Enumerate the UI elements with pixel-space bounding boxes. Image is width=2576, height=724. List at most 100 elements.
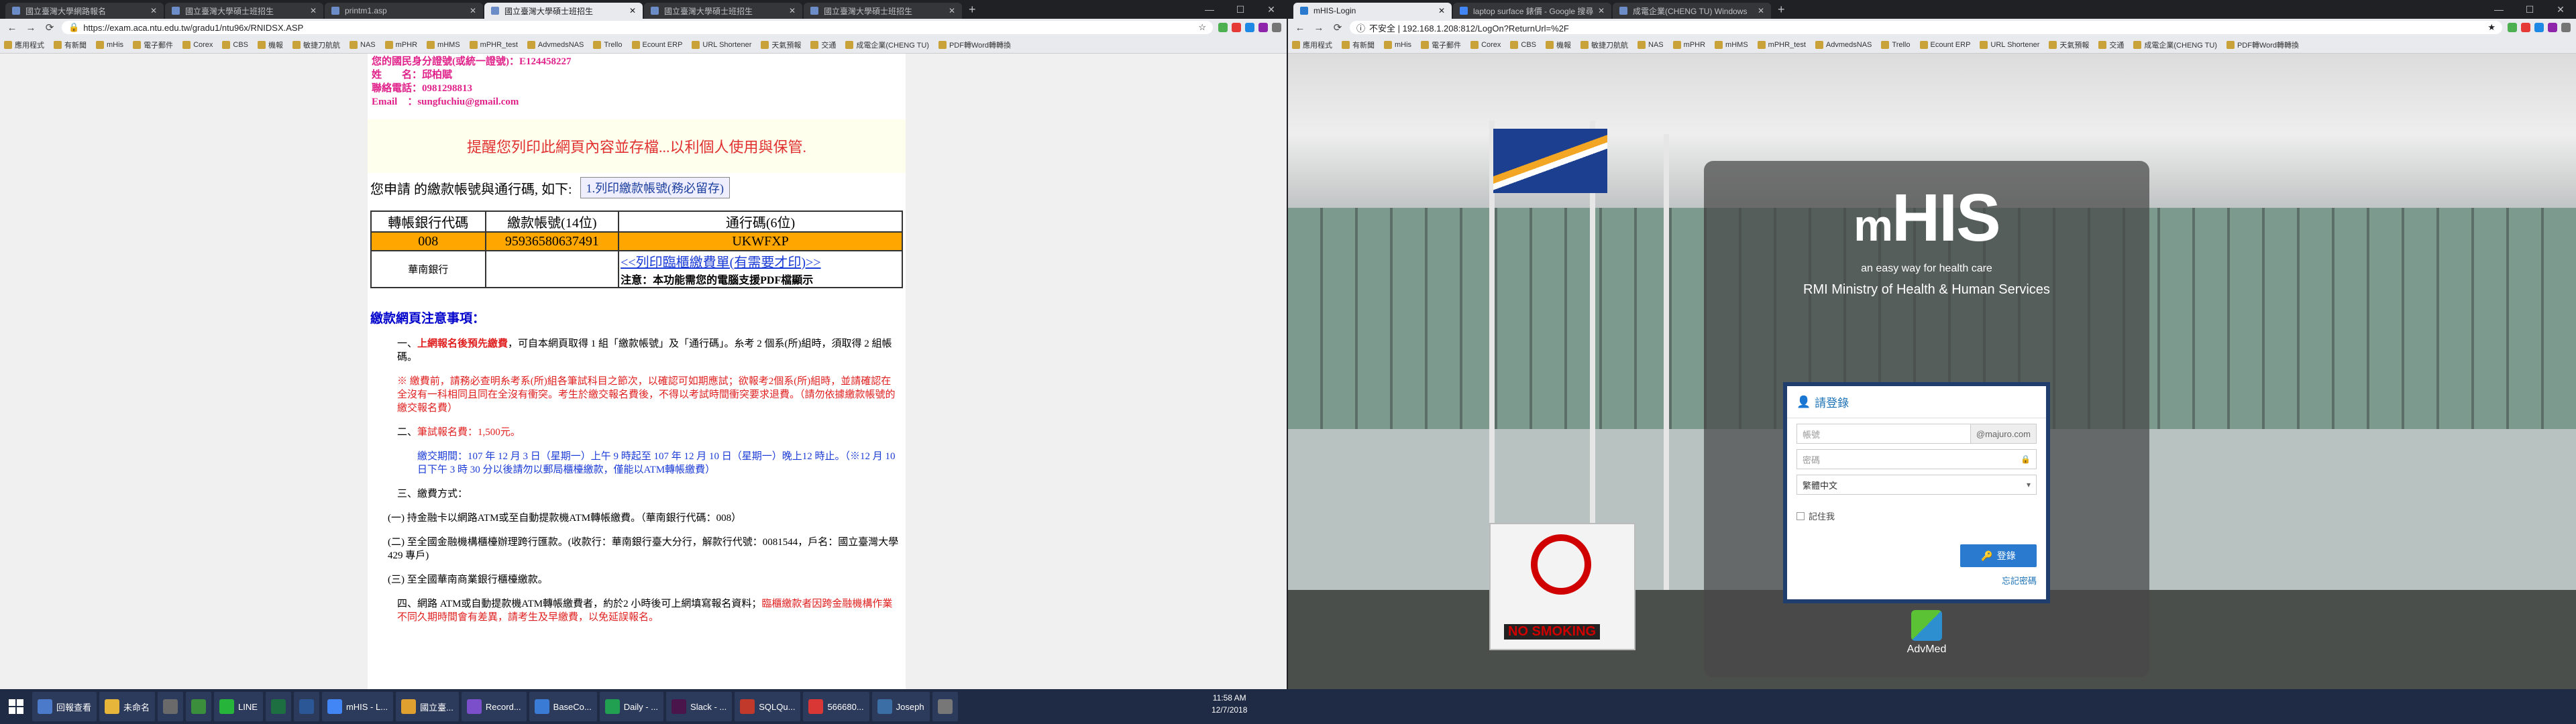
close-icon[interactable]: ✕ bbox=[310, 6, 317, 15]
close-icon[interactable]: ✕ bbox=[629, 6, 636, 15]
bookmark-item[interactable]: 天氣預報 bbox=[2049, 40, 2089, 50]
bookmark-star-icon[interactable]: ☆ bbox=[1198, 22, 1206, 33]
close-icon[interactable]: ✕ bbox=[789, 6, 796, 15]
bookmark-item[interactable]: 應用程式 bbox=[4, 40, 44, 50]
bookmark-item[interactable]: URL Shortener bbox=[1980, 40, 2039, 49]
maximize-icon[interactable]: ☐ bbox=[1225, 0, 1256, 19]
taskbar-app[interactable] bbox=[186, 692, 212, 721]
tab-google-search[interactable]: laptop surface 錶價 - Google 搜尋 ✕ bbox=[1453, 3, 1611, 19]
bookmark-item[interactable]: PDF轉Word轉轉換 bbox=[2226, 40, 2299, 50]
maximize-icon[interactable]: ☐ bbox=[2514, 0, 2545, 19]
extension-icon[interactable] bbox=[1245, 23, 1254, 32]
tab-4-active[interactable]: 國立臺灣大學碩士班招生 ✕ bbox=[484, 3, 643, 19]
taskbar-app[interactable]: 國立臺... bbox=[396, 692, 459, 721]
close-icon[interactable]: ✕ bbox=[1758, 6, 1764, 15]
windows-start-icon[interactable] bbox=[3, 692, 30, 721]
close-icon[interactable]: ✕ bbox=[1438, 6, 1445, 15]
bookmark-item[interactable]: 有新聞 bbox=[1342, 40, 1375, 50]
print-slip-link[interactable]: <<列印臨櫃繳費單(有需要才印)>> bbox=[621, 251, 902, 271]
language-select[interactable]: 繁體中文 ▾ bbox=[1796, 475, 2037, 495]
taskbar-app[interactable] bbox=[265, 692, 291, 721]
bookmark-item[interactable]: mPHR bbox=[384, 40, 417, 49]
bookmark-item[interactable]: URL Shortener bbox=[692, 40, 751, 49]
login-button[interactable]: 🔑 登錄 bbox=[1960, 544, 2037, 567]
bookmark-item[interactable]: 電子郵件 bbox=[1421, 40, 1461, 50]
bookmark-item[interactable]: 有新聞 bbox=[54, 40, 87, 50]
bookmark-item[interactable]: AdvmedsNAS bbox=[1815, 40, 1872, 49]
remember-me[interactable]: 記住我 bbox=[1796, 509, 2037, 522]
tab-chengtu[interactable]: 成電企業(CHENG TU) Windows ✕ bbox=[1613, 3, 1771, 19]
taskbar-app[interactable]: Joseph bbox=[871, 692, 930, 721]
bookmark-item[interactable]: Corex bbox=[1470, 40, 1501, 49]
bookmark-item[interactable]: mHis bbox=[1384, 40, 1411, 49]
taskbar-app[interactable]: Slack - ... bbox=[666, 692, 733, 721]
bookmark-item[interactable]: NAS bbox=[1638, 40, 1664, 49]
bookmark-item[interactable]: 敏捷刀航航 bbox=[1580, 40, 1628, 50]
tab-2[interactable]: 國立臺灣大學碩士班招生 ✕ bbox=[165, 3, 323, 19]
omnibox[interactable]: 🔒 https://exam.aca.ntu.edu.tw/gradu1/ntu… bbox=[62, 21, 1213, 34]
bookmark-item[interactable]: 應用程式 bbox=[1292, 40, 1332, 50]
tab-6[interactable]: 國立臺灣大學碩士班招生 ✕ bbox=[804, 3, 962, 19]
forgot-password-link[interactable]: 忘記密碼 bbox=[2002, 574, 2037, 587]
bookmark-item[interactable]: Ecount ERP bbox=[631, 40, 682, 49]
bookmark-item[interactable]: 成電企業(CHENG TU) bbox=[2133, 40, 2217, 50]
menu-icon[interactable] bbox=[2561, 23, 2571, 32]
taskbar-app[interactable] bbox=[158, 692, 184, 721]
new-tab-button[interactable]: + bbox=[1778, 3, 1785, 17]
forward-icon[interactable]: → bbox=[24, 22, 38, 34]
extension-icon[interactable] bbox=[2521, 23, 2530, 32]
forward-icon[interactable]: → bbox=[1312, 22, 1326, 34]
bookmark-item[interactable]: 電子郵件 bbox=[133, 40, 173, 50]
taskbar-app[interactable]: LINE bbox=[214, 692, 263, 721]
extension-icon[interactable] bbox=[2548, 23, 2557, 32]
close-icon[interactable]: ✕ bbox=[150, 6, 157, 15]
close-window-icon[interactable]: ✕ bbox=[1256, 0, 1287, 19]
taskbar-app[interactable]: mHIS - L... bbox=[321, 692, 394, 721]
close-window-icon[interactable]: ✕ bbox=[2545, 0, 2576, 19]
tab-5[interactable]: 國立臺灣大學碩士班招生 ✕ bbox=[644, 3, 802, 19]
password-input[interactable]: 密碼 🔒 bbox=[1796, 449, 2037, 469]
extension-icon[interactable] bbox=[1218, 23, 1228, 32]
omnibox[interactable]: ⓘ 不安全 | 192.168.1.208:812/LogOn?ReturnUr… bbox=[1350, 21, 2502, 34]
minimize-icon[interactable]: — bbox=[2483, 0, 2514, 19]
extension-icon[interactable] bbox=[2534, 23, 2544, 32]
bookmark-item[interactable]: CBS bbox=[222, 40, 248, 49]
bookmark-item[interactable]: mHis bbox=[96, 40, 123, 49]
reload-icon[interactable]: ⟳ bbox=[1331, 21, 1344, 34]
bookmark-item[interactable]: Trello bbox=[593, 40, 623, 49]
bookmark-item[interactable]: 天氣預報 bbox=[761, 40, 801, 50]
bookmark-item[interactable]: AdvmedsNAS bbox=[527, 40, 584, 49]
new-tab-button[interactable]: + bbox=[969, 3, 976, 17]
back-icon[interactable]: ← bbox=[5, 22, 19, 34]
bookmark-item[interactable]: Ecount ERP bbox=[1919, 40, 1970, 49]
extension-icon[interactable] bbox=[1232, 23, 1241, 32]
taskbar-app[interactable]: BaseCo... bbox=[529, 692, 597, 721]
close-icon[interactable]: ✕ bbox=[949, 6, 955, 15]
back-icon[interactable]: ← bbox=[1293, 22, 1307, 34]
bookmark-star-icon[interactable]: ★ bbox=[2487, 22, 2496, 33]
menu-icon[interactable] bbox=[1272, 23, 1281, 32]
taskbar-app[interactable]: Record... bbox=[461, 692, 527, 721]
bookmark-item[interactable]: 成電企業(CHENG TU) bbox=[845, 40, 929, 50]
taskbar-app[interactable]: 未命名 bbox=[99, 692, 156, 721]
bookmark-item[interactable]: mPHR_test bbox=[1757, 40, 1806, 49]
tab-mhis-login[interactable]: mHIS-Login ✕ bbox=[1293, 3, 1452, 19]
bookmark-item[interactable]: 交通 bbox=[2098, 40, 2124, 50]
bookmark-item[interactable]: 機報 bbox=[1546, 40, 1571, 50]
reload-icon[interactable]: ⟳ bbox=[43, 21, 56, 34]
bookmark-item[interactable]: Trello bbox=[1881, 40, 1911, 49]
bookmark-item[interactable]: PDF轉Word轉轉換 bbox=[938, 40, 1011, 50]
taskbar-app[interactable]: 566680... bbox=[803, 692, 869, 721]
bookmark-item[interactable]: 交通 bbox=[810, 40, 836, 50]
taskbar-app[interactable] bbox=[932, 692, 958, 721]
close-icon[interactable]: ✕ bbox=[470, 6, 476, 15]
close-icon[interactable]: ✕ bbox=[1598, 6, 1605, 15]
taskbar-app[interactable] bbox=[293, 692, 319, 721]
taskbar-app[interactable]: Daily - ... bbox=[599, 692, 664, 721]
bookmark-item[interactable]: 機報 bbox=[258, 40, 283, 50]
bookmark-item[interactable]: mPHR_test bbox=[469, 40, 518, 49]
clock[interactable]: 11:58 AM 12/7/2018 bbox=[1212, 692, 1247, 716]
tab-1[interactable]: 國立臺灣大學網路報名 ✕ bbox=[5, 3, 164, 19]
tab-3[interactable]: printm1.asp ✕ bbox=[325, 3, 483, 19]
bookmark-item[interactable]: NAS bbox=[350, 40, 376, 49]
